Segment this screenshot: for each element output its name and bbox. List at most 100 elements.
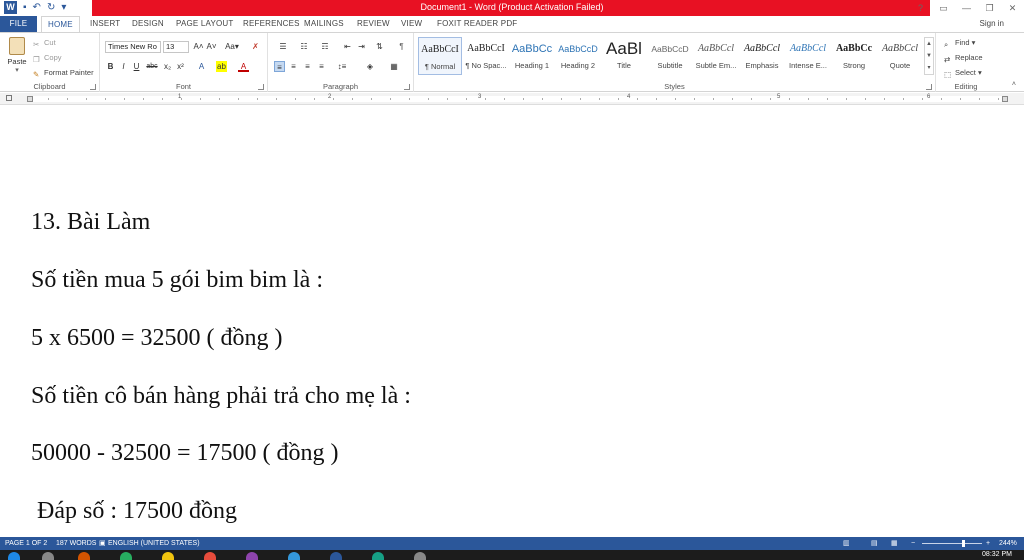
tab-page-layout[interactable]: PAGE LAYOUT [176, 16, 233, 32]
line-spacing-icon[interactable]: ↕≡ [334, 61, 350, 72]
ribbon-display-icon[interactable]: ▭ [932, 0, 955, 16]
replace-button[interactable]: ⇄ Replace [944, 52, 983, 64]
decrease-indent-icon[interactable]: ⇤ [342, 41, 353, 52]
italic-icon[interactable]: I [118, 61, 129, 72]
start-icon[interactable] [8, 552, 20, 560]
bold-icon[interactable]: B [105, 61, 116, 72]
strikethrough-icon[interactable]: abc [144, 61, 160, 72]
borders-icon[interactable]: ▦ [386, 61, 402, 72]
clipboard-launcher-icon[interactable] [90, 84, 96, 90]
zoom-slider[interactable] [922, 543, 982, 544]
tab-file[interactable]: FILE [0, 16, 37, 32]
align-right-icon[interactable]: ≡ [302, 61, 313, 72]
paste-chevron-icon[interactable]: ▾ [6, 66, 28, 74]
style-intense-emphasis[interactable]: AaBbCcl Intense E... [786, 37, 830, 75]
taskbar-app-icon[interactable] [246, 552, 258, 560]
grow-font-icon[interactable]: A˄ [193, 41, 204, 52]
read-mode-icon[interactable]: ▥ [843, 537, 850, 550]
bullets-icon[interactable]: ☰ [274, 41, 292, 52]
document-paragraph[interactable]: Đáp số : 17500 đồng [31, 498, 237, 525]
language[interactable]: ENGLISH (UNITED STATES) [108, 537, 200, 550]
help-icon[interactable]: ? [909, 0, 932, 16]
style-title[interactable]: AaBl Title [602, 37, 646, 75]
indent-marker-icon[interactable] [27, 96, 33, 102]
format-painter-button[interactable]: ✎ Format Painter [33, 67, 94, 79]
zoom-in-icon[interactable]: + [986, 537, 990, 550]
tab-home[interactable]: HOME [41, 16, 80, 32]
align-left-icon[interactable]: ≡ [274, 61, 285, 72]
page-count[interactable]: PAGE 1 OF 2 [5, 537, 47, 550]
document-paragraph[interactable]: 5 x 6500 = 32500 ( đồng ) [31, 325, 283, 352]
subscript-icon[interactable]: x₂ [162, 61, 173, 72]
shading-icon[interactable]: ◈ [362, 61, 378, 72]
highlight-color-icon[interactable]: ab [216, 61, 227, 72]
numbering-icon[interactable]: ☷ [295, 41, 313, 52]
find-button[interactable]: ⌕ Find ▾ [944, 37, 975, 49]
restore-icon[interactable]: ❐ [978, 0, 1001, 16]
chevron-down-icon[interactable]: ▼ [925, 50, 933, 62]
multilevel-list-icon[interactable]: ☶ [316, 41, 334, 52]
proofing-icon[interactable]: ▣ [99, 537, 106, 550]
clock[interactable]: 08:32 PM [982, 551, 1012, 558]
document-paragraph[interactable]: 13. Bài Làm [31, 209, 150, 236]
font-color-icon[interactable]: A [238, 61, 249, 72]
zoom-slider-thumb[interactable] [962, 540, 965, 547]
justify-icon[interactable]: ≡ [316, 61, 327, 72]
tab-foxit-reader-pdf[interactable]: FOXIT READER PDF [437, 16, 517, 32]
underline-icon[interactable]: U [131, 61, 142, 72]
document-page[interactable]: 13. Bài Làm Số tiền mua 5 gói bim bim là… [0, 105, 1024, 537]
tab-selector-icon[interactable] [6, 95, 12, 101]
styles-scroll[interactable]: ▲ ▼ ▾ [924, 37, 934, 75]
taskbar-app-icon[interactable] [204, 552, 216, 560]
minimize-icon[interactable]: — [955, 0, 978, 16]
close-icon[interactable]: ✕ [1001, 0, 1024, 16]
show-formatting-marks-icon[interactable]: ¶ [396, 41, 407, 52]
taskbar-app-icon[interactable] [120, 552, 132, 560]
styles-launcher-icon[interactable] [926, 84, 932, 90]
font-name-box[interactable]: Times New Ro [105, 41, 161, 53]
paragraph-launcher-icon[interactable] [404, 84, 410, 90]
shrink-font-icon[interactable]: A˅ [206, 41, 217, 52]
style-normal[interactable]: AaBbCcI ¶ Normal [418, 37, 462, 75]
tab-insert[interactable]: INSERT [90, 16, 120, 32]
tab-review[interactable]: REVIEW [357, 16, 390, 32]
tab-view[interactable]: VIEW [401, 16, 422, 32]
style-strong[interactable]: AaBbCc Strong [832, 37, 876, 75]
sign-in-link[interactable]: Sign in [980, 16, 1004, 32]
copy-button[interactable]: ❐ Copy [33, 52, 62, 64]
document-paragraph[interactable]: 50000 - 32500 = 17500 ( đồng ) [31, 440, 339, 467]
taskbar-app-icon[interactable] [162, 552, 174, 560]
cut-button[interactable]: ✂ Cut [33, 37, 56, 49]
word-count[interactable]: 187 WORDS [56, 537, 96, 550]
web-layout-icon[interactable]: ▦ [891, 537, 898, 550]
taskbar-app-icon[interactable] [78, 552, 90, 560]
align-center-icon[interactable]: ≡ [288, 61, 299, 72]
style-no-spacing[interactable]: AaBbCcI ¶ No Spac... [464, 37, 508, 75]
taskbar-app-icon[interactable] [42, 552, 54, 560]
document-paragraph[interactable]: Số tiền mua 5 gói bim bim là : [31, 267, 323, 294]
right-indent-marker-icon[interactable] [1002, 96, 1008, 102]
style-subtitle[interactable]: AaBbCcD Subtitle [648, 37, 692, 75]
print-layout-icon[interactable]: ▤ [871, 537, 878, 550]
style-subtle-emphasis[interactable]: AaBbCcl Subtle Em... [694, 37, 738, 75]
tab-mailings[interactable]: MAILINGS [304, 16, 344, 32]
text-effects-icon[interactable]: A [196, 61, 207, 72]
taskbar-word-icon[interactable] [330, 552, 342, 560]
document-paragraph[interactable]: Số tiền cô bán hàng phải trả cho mẹ là : [31, 383, 411, 410]
zoom-out-icon[interactable]: − [911, 537, 915, 550]
taskbar-app-icon[interactable] [414, 552, 426, 560]
sort-icon[interactable]: ⇅ [374, 41, 385, 52]
tab-references[interactable]: REFERENCES [243, 16, 300, 32]
font-size-box[interactable]: 13 [163, 41, 189, 53]
tab-design[interactable]: DESIGN [132, 16, 164, 32]
style-quote[interactable]: AaBbCcl Quote [878, 37, 922, 75]
increase-indent-icon[interactable]: ⇥ [356, 41, 367, 52]
change-case-icon[interactable]: Aa▾ [224, 41, 240, 52]
style-emphasis[interactable]: AaBbCcl Emphasis [740, 37, 784, 75]
collapse-ribbon-icon[interactable]: ˄ [1012, 81, 1016, 88]
clear-formatting-icon[interactable]: ✗ [250, 41, 261, 52]
style-heading-2[interactable]: AaBbCcD Heading 2 [556, 37, 600, 75]
chevron-up-icon[interactable]: ▲ [925, 38, 933, 50]
zoom-level[interactable]: 244% [999, 537, 1017, 550]
style-heading-1[interactable]: AaBbCc Heading 1 [510, 37, 554, 75]
